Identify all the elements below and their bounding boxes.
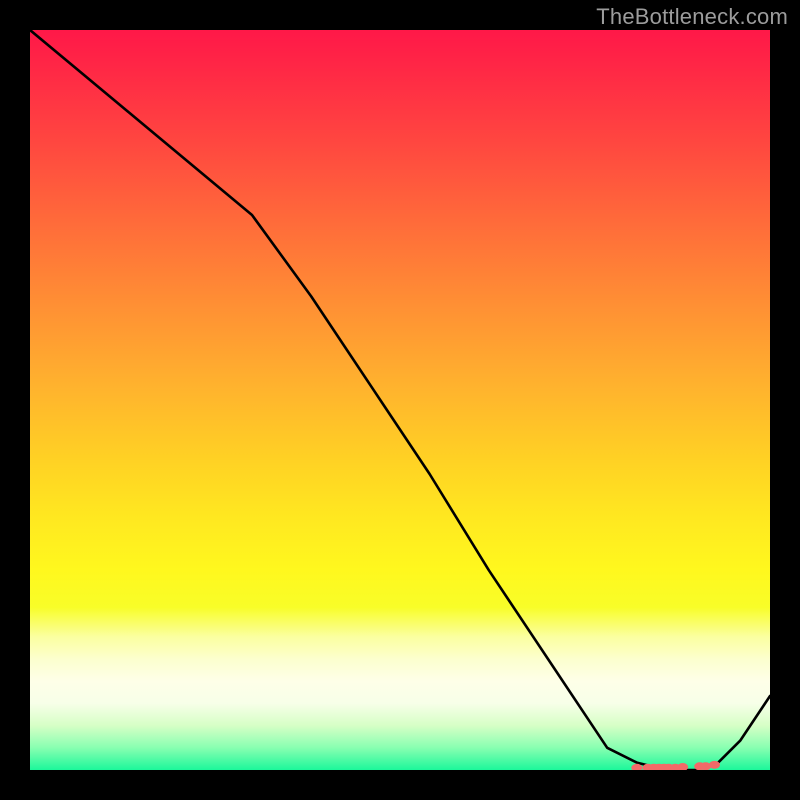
marker-group	[631, 761, 720, 770]
chart-container: TheBottleneck.com	[0, 0, 800, 800]
plot-area	[30, 30, 770, 770]
optimal-marker	[677, 763, 688, 770]
optimal-marker	[709, 761, 720, 769]
attribution-label: TheBottleneck.com	[596, 4, 788, 30]
bottleneck-curve-line	[30, 30, 770, 770]
chart-svg	[30, 30, 770, 770]
